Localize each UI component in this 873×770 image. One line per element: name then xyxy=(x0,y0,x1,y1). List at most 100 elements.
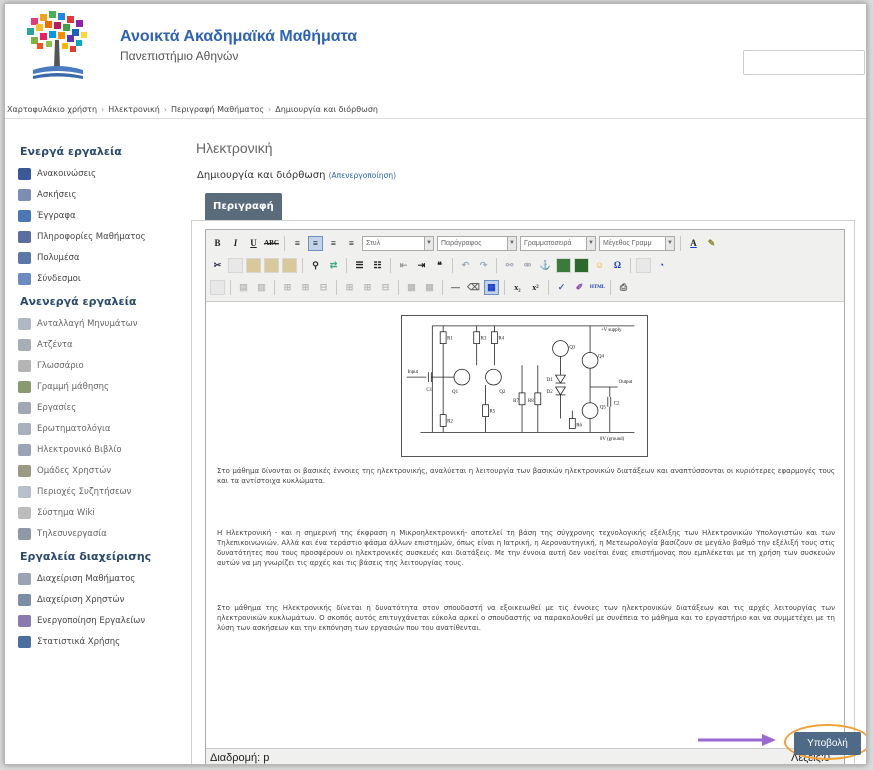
spellcheck-icon[interactable]: ✓ xyxy=(554,280,569,295)
print-icon[interactable]: ⎙ xyxy=(616,280,631,295)
site-title[interactable]: Ανοικτά Ακαδημαϊκά Μαθήματα xyxy=(120,28,357,46)
sidebar-item[interactable]: Πολυμέσα xyxy=(14,247,179,268)
sidebar-item[interactable]: Ομάδες Χρηστών xyxy=(14,460,179,481)
links-icon xyxy=(18,272,31,285)
sidebar-item[interactable]: Ανταλλαγή Μηνυμάτων xyxy=(14,313,179,334)
sidebar-item[interactable]: Γραμμή μάθησης xyxy=(14,376,179,397)
paste-word-icon[interactable] xyxy=(282,257,297,273)
media-icon[interactable] xyxy=(574,257,589,273)
paste-text-icon[interactable] xyxy=(264,257,279,273)
format-select[interactable]: Παράγραφος ▼ xyxy=(437,235,517,251)
split-cells-icon[interactable]: ▦ xyxy=(404,280,419,295)
unlink-icon[interactable]: ⚮ xyxy=(520,258,535,273)
sidebar-item[interactable]: Περιοχές Συζητήσεων xyxy=(14,481,179,502)
insert-row-after-icon[interactable]: ⊞ xyxy=(298,280,313,295)
visual-aid-icon[interactable]: ▦ xyxy=(484,279,499,295)
sidebar-item[interactable]: Διαχείριση Χρηστών xyxy=(14,589,179,610)
insert-row-before-icon[interactable]: ⊞ xyxy=(280,280,295,295)
underline-button[interactable]: U xyxy=(246,236,261,251)
delete-col-icon[interactable]: ⊟ xyxy=(378,280,393,295)
bullet-list-icon[interactable]: ☰ xyxy=(352,258,367,273)
sidebar-item[interactable]: Διαχείριση Μαθήματος xyxy=(14,568,179,589)
table-cell-props-icon[interactable]: ▥ xyxy=(254,280,269,295)
label-q1: Q1 xyxy=(452,390,459,395)
search-input[interactable] xyxy=(743,50,865,75)
sidebar-item[interactable]: Γλωσσάριο xyxy=(14,355,179,376)
sidebar-item[interactable]: Ηλεκτρονικό Βιβλίο xyxy=(14,439,179,460)
label-r3: R3 xyxy=(481,337,487,342)
help-icon[interactable]: ◔ xyxy=(654,258,669,273)
copy-icon[interactable] xyxy=(228,257,243,273)
undo-icon[interactable]: ↶ xyxy=(458,258,473,273)
merge-cells-icon[interactable]: ▦ xyxy=(422,280,437,295)
blockquote-icon[interactable]: ❝ xyxy=(432,258,447,273)
align-justify-icon[interactable]: ≡ xyxy=(344,236,359,251)
emoticon-icon[interactable]: ☺ xyxy=(592,258,607,273)
chevron-down-icon: ▼ xyxy=(507,236,516,250)
tab-description[interactable]: Περιγραφή xyxy=(205,193,282,221)
find-icon[interactable]: ⚲ xyxy=(308,258,323,273)
exercises-icon xyxy=(18,188,31,201)
breadcrumb-description[interactable]: Περιγραφή Μαθήματος xyxy=(171,105,264,114)
submit-button[interactable]: Υποβολή xyxy=(794,732,861,755)
outdent-icon[interactable]: ⇤ xyxy=(396,258,411,273)
size-select[interactable]: Μέγεθος Γραμμ ▼ xyxy=(599,235,675,251)
font-select[interactable]: Γραμματοσειρά ▼ xyxy=(520,235,596,251)
remove-format-icon[interactable]: ⌫ xyxy=(466,280,481,295)
table-row-props-icon[interactable]: ▤ xyxy=(236,280,251,295)
align-left-icon[interactable]: ≡ xyxy=(290,236,305,251)
sidebar-item[interactable]: Ασκήσεις xyxy=(14,184,179,205)
tree-logo-icon[interactable] xyxy=(25,10,105,88)
indent-icon[interactable]: ⇥ xyxy=(414,258,429,273)
sidebar-item[interactable]: Ανακοινώσεις xyxy=(14,163,179,184)
sidebar-item[interactable]: Πληροφορίες Μαθήματος xyxy=(14,226,179,247)
sidebar-item-label: Ομάδες Χρηστών xyxy=(37,465,112,476)
superscript-icon[interactable]: x² xyxy=(528,280,543,295)
image-icon[interactable] xyxy=(556,257,571,273)
replace-icon[interactable]: ⇄ xyxy=(326,258,341,273)
sidebar-item[interactable]: Σύστημα Wiki xyxy=(14,502,179,523)
sidebar-item-label: Γλωσσάριο xyxy=(37,360,84,371)
cut-icon[interactable]: ✂ xyxy=(210,258,225,273)
paste-icon[interactable] xyxy=(246,257,261,273)
numbered-list-icon[interactable]: ☷ xyxy=(370,258,385,273)
highlight-color-icon[interactable]: ✎ xyxy=(704,236,719,251)
style-select[interactable]: Στυλ ▼ xyxy=(362,235,434,251)
sidebar-item[interactable]: Σύνδεσμοι xyxy=(14,268,179,289)
delete-row-icon[interactable]: ⊟ xyxy=(316,280,331,295)
editor-content[interactable]: R1 R3 R4 +V supply Q3 Q4 Input C1 Q1 Q2 D1 D2 R7 R… xyxy=(206,303,844,748)
italic-button[interactable]: I xyxy=(228,236,243,251)
table-edit-icon[interactable] xyxy=(210,279,225,295)
insert-col-before-icon[interactable]: ⊞ xyxy=(342,280,357,295)
bold-button[interactable]: B xyxy=(210,236,225,251)
strikethrough-button[interactable]: ABC xyxy=(264,236,279,251)
sidebar-item[interactable]: Ενεργοποίηση Εργαλείων xyxy=(14,610,179,631)
horizontal-rule-icon[interactable]: — xyxy=(448,280,463,295)
html-source-icon[interactable] xyxy=(636,257,651,273)
align-right-icon[interactable]: ≡ xyxy=(326,236,341,251)
anchor-icon[interactable]: ⚓ xyxy=(538,258,553,273)
sidebar-item[interactable]: Εργασίες xyxy=(14,397,179,418)
content-paragraph: Στο μάθημα δίνονται οι βασικές έννοιες τ… xyxy=(217,467,835,485)
breadcrumb-course[interactable]: Ηλεκτρονική xyxy=(108,105,160,114)
breadcrumb-portfolio[interactable]: Χαρτοφυλάκιο χρήστη xyxy=(7,105,97,114)
label-r4: R4 xyxy=(498,337,504,342)
sidebar-item[interactable]: Ερωτηματολόγια xyxy=(14,418,179,439)
chevron-down-icon: ▼ xyxy=(586,236,595,250)
sidebar-item[interactable]: Τηλεσυνεργασία xyxy=(14,523,179,544)
sidebar-item[interactable]: Στατιστικά Χρήσης xyxy=(14,631,179,652)
sidebar-item[interactable]: Ατζέντα xyxy=(14,334,179,355)
html-icon[interactable]: HTML xyxy=(590,280,605,295)
subscript-icon[interactable]: x₂ xyxy=(510,280,525,295)
toolbar-divider xyxy=(336,279,337,295)
insert-col-after-icon[interactable]: ⊞ xyxy=(360,280,375,295)
text-color-icon[interactable]: A xyxy=(686,236,701,251)
align-center-icon[interactable]: ≡ xyxy=(308,235,323,251)
cleanup-icon[interactable]: ✐ xyxy=(572,280,587,295)
special-char-icon[interactable]: Ω xyxy=(610,258,625,273)
sidebar-item-label: Ηλεκτρονικό Βιβλίο xyxy=(37,444,122,455)
deactivate-link[interactable]: (Απενεργοποίηση) xyxy=(329,171,397,180)
redo-icon[interactable]: ↷ xyxy=(476,258,491,273)
link-icon[interactable]: ⚯ xyxy=(502,258,517,273)
sidebar-item[interactable]: Έγγραφα xyxy=(14,205,179,226)
